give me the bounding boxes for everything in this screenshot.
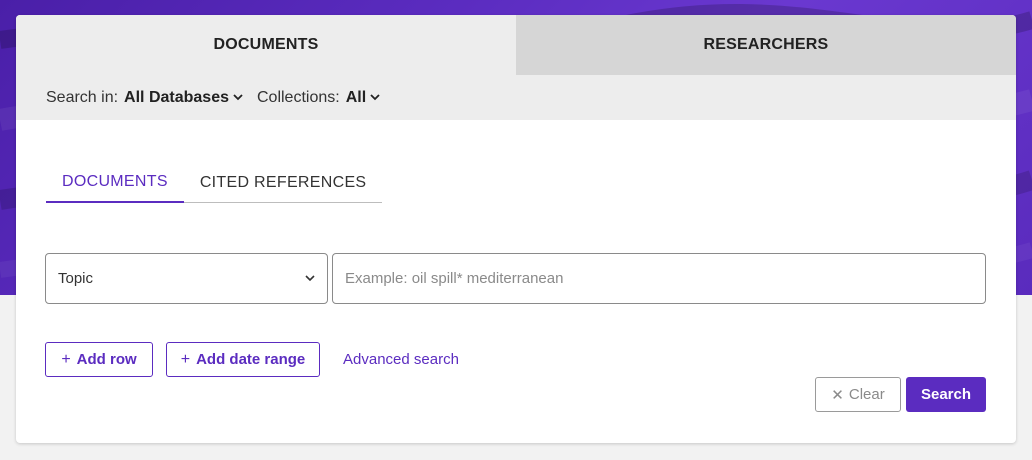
field-select[interactable]: Topic: [45, 253, 328, 304]
advanced-search-link[interactable]: Advanced search: [343, 351, 459, 368]
database-value: All Databases: [124, 88, 229, 106]
search-input[interactable]: [332, 253, 986, 304]
database-dropdown[interactable]: All Databases: [124, 89, 257, 107]
search-in-bar: Search in: All Databases Collections: Al…: [16, 75, 1016, 120]
close-icon: ✕: [831, 386, 844, 404]
search-label: Search: [920, 386, 972, 403]
add-date-range-label: Add date range: [196, 351, 306, 368]
plus-icon: +: [61, 350, 71, 368]
field-select-value: Topic: [58, 270, 94, 287]
sub-tab-bar: DOCUMENTS CITED REFERENCES: [46, 163, 383, 203]
subtab-cited-references-label: CITED REFERENCES: [199, 174, 367, 191]
subtab-documents[interactable]: DOCUMENTS: [46, 163, 184, 203]
add-date-range-button[interactable]: + Add date range: [166, 342, 320, 377]
subtab-documents-label: DOCUMENTS: [62, 173, 168, 190]
chevron-down-icon: [370, 94, 380, 101]
tab-researchers-label: RESEARCHERS: [703, 36, 829, 53]
subtab-cited-references[interactable]: CITED REFERENCES: [184, 163, 383, 203]
top-tab-bar: DOCUMENTS RESEARCHERS: [16, 15, 1016, 75]
add-row-label: Add row: [76, 351, 137, 368]
search-button[interactable]: Search: [906, 377, 986, 412]
chevron-down-icon: [305, 275, 315, 282]
chevron-down-icon: [233, 94, 243, 101]
collections-dropdown[interactable]: All: [346, 89, 394, 107]
plus-icon: +: [180, 350, 191, 368]
clear-button[interactable]: ✕ Clear: [815, 377, 901, 412]
search-card: DOCUMENTS RESEARCHERS Search in: All Dat…: [16, 15, 1016, 443]
add-row-button[interactable]: + Add row: [45, 342, 153, 377]
tab-documents-label: DOCUMENTS: [213, 36, 319, 53]
collections-label: Collections:: [256, 88, 340, 106]
clear-label: Clear: [848, 386, 885, 403]
tab-researchers[interactable]: RESEARCHERS: [516, 15, 1016, 75]
tab-documents[interactable]: DOCUMENTS: [16, 15, 516, 75]
collections-value: All: [345, 88, 367, 106]
search-in-label: Search in:: [46, 88, 119, 106]
